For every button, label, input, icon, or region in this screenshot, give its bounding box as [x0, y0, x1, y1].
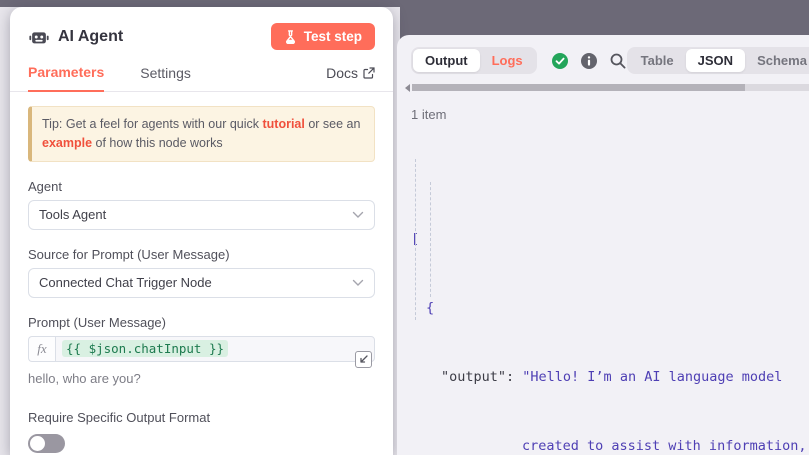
toggle-knob	[30, 436, 45, 451]
expression-preview: hello, who are you?	[28, 371, 375, 386]
docs-link[interactable]: Docs	[326, 65, 375, 91]
node-detail-panel: AI Agent Test step Parameters Settings D…	[10, 7, 393, 455]
tab-logs[interactable]: Logs	[480, 49, 535, 72]
agent-select-value: Tools Agent	[39, 207, 106, 222]
chevron-down-icon	[352, 211, 364, 219]
tip-text: Tip: Get a feel for agents with our quic…	[42, 117, 262, 131]
output-header: Output Logs	[411, 47, 809, 74]
test-step-button[interactable]: Test step	[271, 23, 375, 50]
node-title: AI Agent	[58, 28, 123, 46]
node-parameters: Tip: Get a feel for agents with our quic…	[10, 92, 393, 453]
tab-json[interactable]: JSON	[686, 49, 745, 72]
agent-select[interactable]: Tools Agent	[28, 200, 375, 230]
output-format-toggle[interactable]	[28, 434, 65, 453]
chevron-down-icon	[352, 279, 364, 287]
output-status-icons	[551, 52, 627, 70]
json-key: "output":	[441, 369, 522, 385]
test-step-label: Test step	[304, 29, 362, 44]
items-count: 1 item	[411, 107, 809, 122]
json-bracket: [	[411, 228, 809, 251]
json-value: "Hello! I’m an AI language model	[522, 369, 782, 385]
json-brace: {	[411, 297, 809, 320]
search-icon[interactable]	[609, 52, 627, 70]
external-link-icon	[363, 67, 375, 79]
expand-expression-button[interactable]	[355, 351, 372, 368]
docs-label: Docs	[326, 65, 358, 81]
info-icon[interactable]	[580, 52, 598, 70]
prompt-source-select[interactable]: Connected Chat Trigger Node	[28, 268, 375, 298]
agent-field-label: Agent	[28, 179, 375, 194]
json-key-value: "output": "Hello! I’m an AI language mod…	[411, 366, 809, 389]
indent-guide	[430, 182, 431, 297]
prompt-source-value: Connected Chat Trigger Node	[39, 275, 212, 290]
output-format-label: Require Specific Output Format	[28, 410, 375, 425]
tip-callout: Tip: Get a feel for agents with our quic…	[28, 106, 375, 162]
json-value-line: created to assist with information,	[411, 435, 809, 455]
robot-icon	[28, 26, 50, 48]
tab-schema[interactable]: Schema	[745, 49, 809, 72]
flask-icon	[284, 30, 297, 44]
prompt-field-label: Prompt (User Message)	[28, 315, 375, 330]
format-tabs: Table JSON Schema	[627, 47, 809, 74]
tip-text: or see an	[305, 117, 361, 131]
prompt-source-label: Source for Prompt (User Message)	[28, 247, 375, 262]
scrollbar-left-arrow-icon[interactable]	[405, 84, 410, 92]
expression-value: {{ $json.chatInput }}	[62, 340, 228, 357]
json-viewer: [ { "output": "Hello! I’m an AI language…	[411, 136, 809, 455]
scrollbar-thumb[interactable]	[412, 84, 745, 91]
tab-parameters[interactable]: Parameters	[28, 64, 104, 92]
output-logs-tabs: Output Logs	[411, 47, 537, 74]
node-header: AI Agent Test step	[10, 7, 393, 50]
node-tabbar: Parameters Settings Docs	[10, 50, 393, 92]
success-check-icon	[551, 52, 569, 70]
example-link[interactable]: example	[42, 136, 92, 150]
fx-badge: fx	[28, 336, 55, 362]
indent-guide	[415, 159, 416, 320]
tab-table[interactable]: Table	[629, 49, 686, 72]
horizontal-scrollbar[interactable]	[405, 84, 809, 91]
tip-text: of how this node works	[92, 136, 223, 150]
output-panel: Output Logs	[397, 35, 809, 455]
tab-settings[interactable]: Settings	[140, 65, 191, 91]
scrollbar-track[interactable]	[412, 84, 809, 91]
tab-output[interactable]: Output	[413, 49, 480, 72]
prompt-expression-field: fx {{ $json.chatInput }}	[28, 336, 375, 362]
tutorial-link[interactable]: tutorial	[262, 117, 304, 131]
expression-input[interactable]: {{ $json.chatInput }}	[55, 336, 375, 362]
